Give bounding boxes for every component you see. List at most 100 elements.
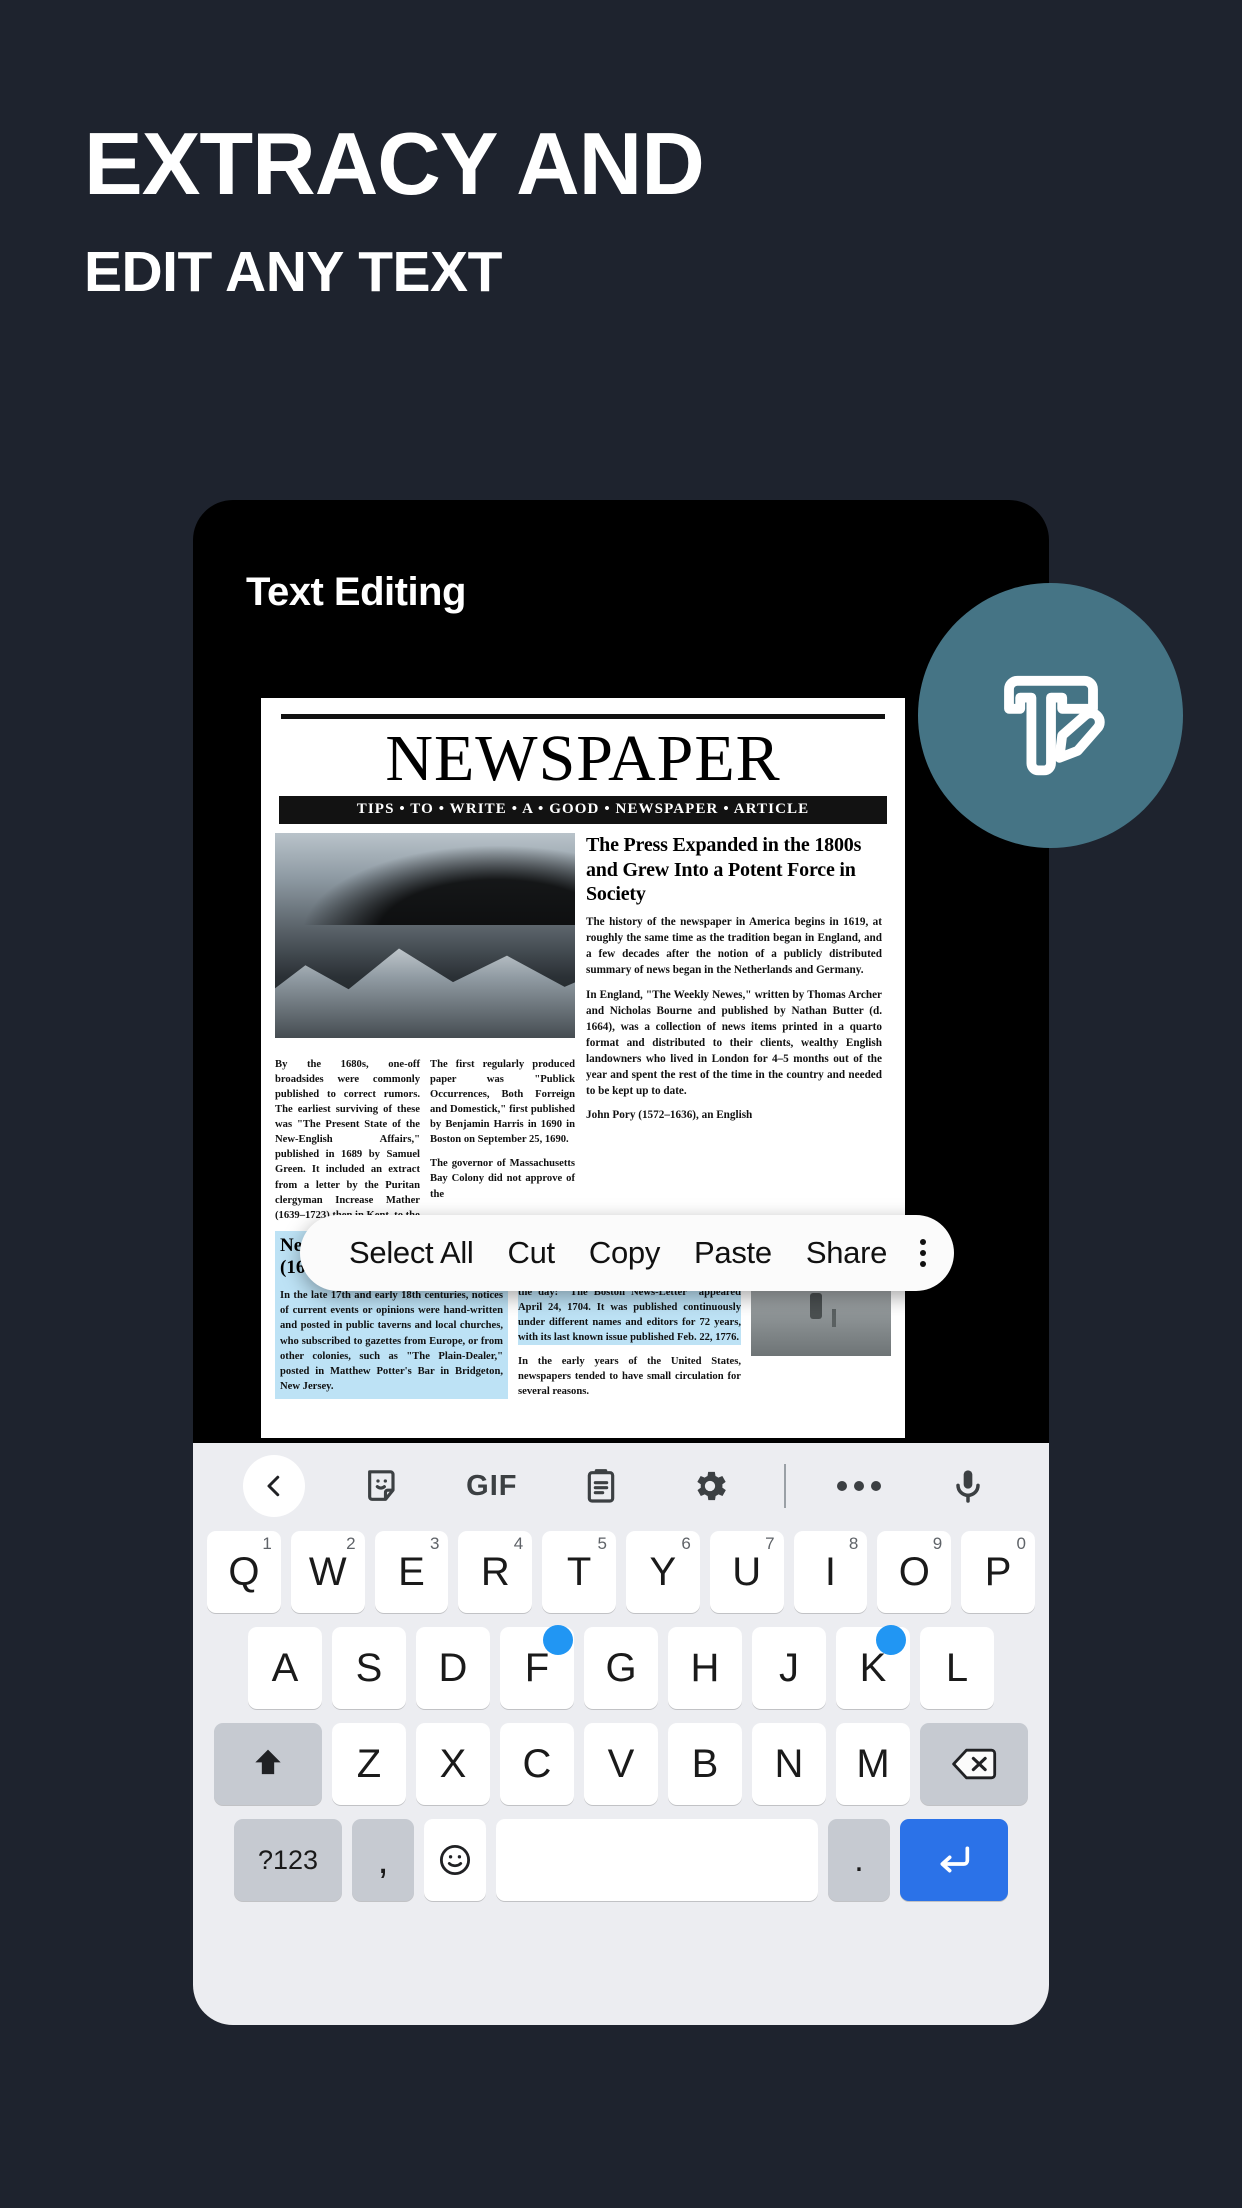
newspaper-masthead: NEWSPAPER: [385, 722, 781, 795]
left-column: By the 1680s, one-off broadsides were co…: [275, 833, 575, 1222]
text-edit-badge: [918, 583, 1183, 848]
key-label: U: [732, 1549, 762, 1594]
key-i[interactable]: 8I: [793, 1531, 868, 1613]
key-u[interactable]: 7U: [709, 1531, 784, 1613]
paragraph-lower-right-2: In the early years of the United States,…: [518, 1355, 741, 1397]
key-a[interactable]: A: [248, 1627, 322, 1709]
gear-icon[interactable]: [656, 1466, 765, 1506]
promo-headline: EXTRACY AND EDIT ANY TEXT: [84, 114, 705, 304]
key-num: 1: [262, 1534, 272, 1553]
key-num: 4: [513, 1534, 524, 1553]
toolbar-divider: [765, 1464, 805, 1508]
period-key[interactable]: .: [828, 1819, 890, 1901]
section-body: In the late 17th and early 18th centurie…: [280, 1290, 503, 1392]
key-v[interactable]: V: [584, 1723, 658, 1805]
key-w[interactable]: 2W: [290, 1531, 365, 1613]
selection-handle-start[interactable]: [543, 1625, 573, 1655]
key-l[interactable]: L: [920, 1627, 994, 1709]
clipboard-icon[interactable]: [546, 1466, 655, 1506]
key-z[interactable]: Z: [332, 1723, 406, 1805]
more-vertical-icon[interactable]: [904, 1239, 928, 1267]
microphone-icon[interactable]: [914, 1466, 1023, 1506]
paragraph-left-1: By the 1680s, one-off broadsides were co…: [275, 1059, 420, 1221]
paragraph-right-2: In England, "The Weekly Newes," written …: [586, 989, 882, 1097]
on-screen-keyboard: GIF 1 Q 2 W 3 E 4 R 5 T 6 Y 7 U 8 I 9 O …: [193, 1443, 1049, 2025]
menu-item-select-all[interactable]: Select All: [332, 1235, 491, 1271]
key-h[interactable]: H: [668, 1627, 742, 1709]
key-g[interactable]: G: [584, 1627, 658, 1709]
mountain-lake-photo: [275, 833, 575, 1039]
key-num: 0: [1016, 1534, 1026, 1553]
selection-handle-end[interactable]: [876, 1625, 906, 1655]
key-s[interactable]: S: [332, 1627, 406, 1709]
enter-icon[interactable]: [900, 1819, 1008, 1901]
sticker-icon[interactable]: [328, 1466, 437, 1506]
key-p[interactable]: 0P: [961, 1531, 1035, 1613]
paragraph-mid-1: The first regularly produced paper was "…: [430, 1059, 575, 1146]
newspaper-subhead: TIPS • TO • WRITE • A • GOOD • NEWSPAPER…: [279, 796, 887, 825]
key-label: O: [898, 1549, 930, 1594]
key-q[interactable]: 1Q: [207, 1531, 281, 1613]
key-label: Y: [649, 1549, 677, 1594]
paragraph-right-1: The history of the newspaper in America …: [586, 916, 882, 977]
text-selection-toolbar: Select All Cut Copy Paste Share: [300, 1215, 955, 1291]
keyboard-row-2: A S D F G H J K L: [207, 1627, 1035, 1709]
paragraph-mid-2: The governor of Massachusetts Bay Colony…: [430, 1158, 575, 1200]
screen-title: Text Editing: [246, 570, 466, 614]
gif-icon[interactable]: GIF: [437, 1470, 546, 1503]
key-e[interactable]: 3E: [374, 1531, 449, 1613]
masthead-rule: [281, 714, 885, 719]
key-label: Q: [228, 1549, 260, 1594]
newspaper-document[interactable]: NEWSPAPER TIPS • TO • WRITE • A • GOOD •…: [261, 698, 905, 1438]
key-label: W: [308, 1549, 347, 1594]
key-label: E: [398, 1549, 425, 1594]
key-j[interactable]: J: [752, 1627, 826, 1709]
key-num: 2: [346, 1534, 356, 1553]
more-horizontal-icon[interactable]: [805, 1481, 914, 1491]
key-x[interactable]: X: [416, 1723, 490, 1805]
menu-item-copy[interactable]: Copy: [572, 1235, 677, 1271]
key-num: 8: [848, 1534, 859, 1553]
key-num: 7: [765, 1534, 775, 1553]
key-y[interactable]: 6Y: [626, 1531, 700, 1613]
key-label: P: [984, 1549, 1012, 1594]
key-o[interactable]: 9O: [877, 1531, 952, 1613]
shift-icon[interactable]: [214, 1723, 322, 1805]
backspace-icon[interactable]: [920, 1723, 1028, 1805]
menu-item-paste[interactable]: Paste: [677, 1235, 789, 1271]
keyboard-back-button[interactable]: [219, 1455, 328, 1517]
emoji-icon[interactable]: [424, 1819, 486, 1901]
article-headline: The Press Expanded in the 1800s and Grew…: [586, 834, 862, 906]
key-n[interactable]: N: [752, 1723, 826, 1805]
newspaper-body: By the 1680s, one-off broadsides were co…: [275, 833, 891, 1222]
menu-item-share[interactable]: Share: [789, 1235, 904, 1271]
headline-line-1: EXTRACY AND: [84, 114, 705, 213]
key-num: 5: [597, 1534, 607, 1553]
comma-key[interactable]: ,: [352, 1819, 414, 1901]
gif-label: GIF: [466, 1469, 518, 1502]
keyboard-toolbar: GIF: [201, 1443, 1041, 1529]
left-subcolumns: By the 1680s, one-off broadsides were co…: [275, 1048, 575, 1222]
menu-item-cut[interactable]: Cut: [491, 1235, 572, 1271]
space-key[interactable]: [496, 1819, 818, 1901]
key-num: 3: [429, 1534, 440, 1553]
key-label: R: [480, 1549, 510, 1594]
right-column: The Press Expanded in the 1800s and Grew…: [586, 833, 882, 1222]
promo-page: EXTRACY AND EDIT ANY TEXT Text Editing N…: [0, 0, 1242, 2208]
keyboard-key-rows: 1Q 2W 3E 4R 5T 6Y 7U 8I 9O 0P A S D F G …: [201, 1529, 1041, 1901]
keyboard-row-3: Z X C V B N M: [207, 1723, 1035, 1805]
key-c[interactable]: C: [500, 1723, 574, 1805]
paragraph-right-3: John Pory (1572–1636), an English: [586, 1109, 753, 1122]
headline-line-2: EDIT ANY TEXT: [84, 240, 502, 304]
back-icon[interactable]: [242, 1455, 305, 1517]
key-m[interactable]: M: [836, 1723, 910, 1805]
key-d[interactable]: D: [416, 1627, 490, 1709]
key-t[interactable]: 5T: [542, 1531, 616, 1613]
key-b[interactable]: B: [668, 1723, 742, 1805]
symbols-key[interactable]: ?123: [234, 1819, 342, 1901]
text-edit-pencil-icon: [981, 643, 1121, 788]
left-subcol-2: The first regularly produced paper was "…: [430, 1048, 575, 1222]
key-r[interactable]: 4R: [458, 1531, 533, 1613]
key-label: I: [824, 1549, 837, 1594]
key-num: 9: [932, 1534, 943, 1553]
